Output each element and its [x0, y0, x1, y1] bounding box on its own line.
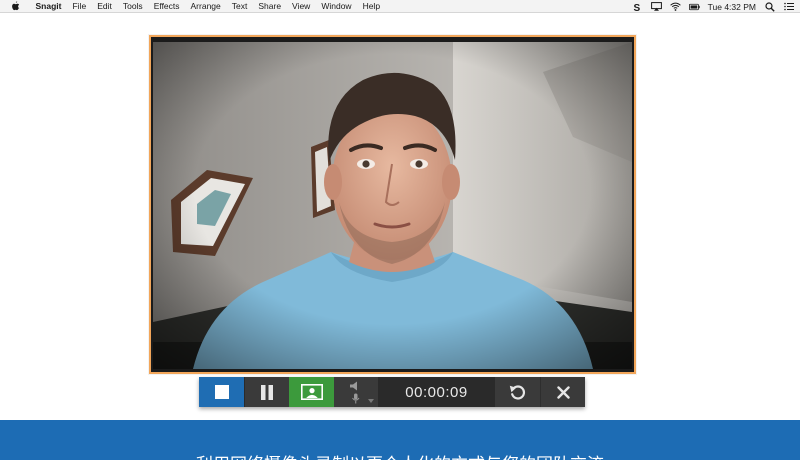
battery-icon[interactable] — [688, 2, 700, 12]
restart-icon — [509, 385, 525, 400]
webcam-icon — [300, 384, 323, 400]
menu-bar-left: Snagit File Edit Tools Effects Arrange T… — [0, 0, 386, 12]
menu-bar-status: S Tue 4:32 PM — [632, 0, 794, 13]
menu-bar: Snagit File Edit Tools Effects Arrange T… — [0, 0, 800, 13]
restart-recording-button[interactable] — [495, 377, 540, 407]
pause-recording-button[interactable] — [244, 377, 289, 407]
close-icon — [556, 385, 570, 399]
menu-view[interactable]: View — [287, 0, 316, 13]
menu-app-name[interactable]: Snagit — [30, 0, 67, 13]
menu-edit[interactable]: Edit — [92, 0, 118, 13]
pause-icon — [261, 384, 273, 400]
cancel-recording-button[interactable] — [540, 377, 585, 407]
webcam-video-feed — [153, 42, 632, 369]
menu-clock[interactable]: Tue 4:32 PM — [708, 2, 756, 12]
menu-tools[interactable]: Tools — [117, 0, 148, 13]
audio-controls — [334, 377, 378, 407]
promo-banner: 利用网络摄像头录制以更个人化的方式与您的团队交流 — [0, 420, 800, 460]
menu-share[interactable]: Share — [253, 0, 287, 13]
recording-timer: 00:00:09 — [378, 377, 495, 407]
apple-icon[interactable] — [10, 1, 20, 11]
menu-text[interactable]: Text — [226, 0, 253, 13]
menu-help[interactable]: Help — [357, 0, 385, 13]
webcam-preview-frame — [149, 35, 636, 374]
menu-file[interactable]: File — [67, 0, 92, 13]
system-audio-icon[interactable] — [349, 381, 363, 391]
stop-icon — [214, 385, 229, 399]
microphone-icon[interactable] — [349, 393, 363, 404]
notification-center-icon[interactable] — [783, 2, 794, 12]
snagit-status-icon[interactable]: S — [632, 2, 643, 12]
svg-text:S: S — [633, 3, 640, 12]
wifi-icon[interactable] — [669, 2, 681, 12]
audio-options-chevron-icon[interactable] — [368, 399, 374, 403]
webcam-toggle-button[interactable] — [289, 377, 334, 407]
menu-window[interactable]: Window — [316, 0, 357, 13]
stop-recording-button[interactable] — [199, 377, 244, 407]
menu-arrange[interactable]: Arrange — [185, 0, 226, 13]
menu-effects[interactable]: Effects — [148, 0, 185, 13]
webcam-scene-illustration — [153, 42, 632, 369]
airplay-icon[interactable] — [650, 2, 662, 12]
recording-toolbar: 00:00:09 — [199, 377, 585, 407]
spotlight-search-icon[interactable] — [764, 1, 775, 12]
promo-banner-text: 利用网络摄像头录制以更个人化的方式与您的团队交流 — [0, 450, 800, 460]
